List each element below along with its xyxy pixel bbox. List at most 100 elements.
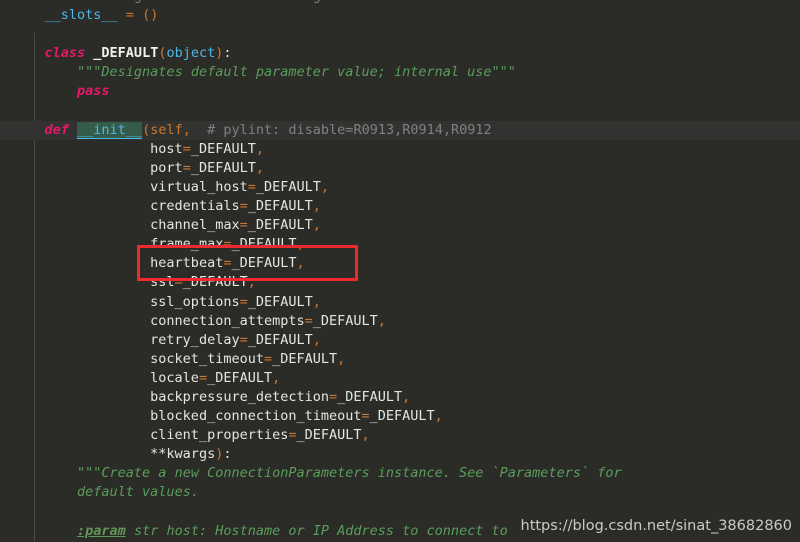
punctuation-token: = <box>198 369 208 386</box>
keyword-token: def <box>44 121 69 138</box>
code-line[interactable] <box>0 102 800 121</box>
punctuation-token: = <box>247 178 256 195</box>
plain-token: host <box>150 140 183 157</box>
plain-token: connection_attempts <box>150 312 305 329</box>
plain-token: _DEFAULT <box>312 312 378 329</box>
punctuation-token: , <box>337 350 346 367</box>
plain-token: _DEFAULT <box>247 217 313 234</box>
docstring-token: str host: Hostname or IP Address to conn… <box>125 522 508 539</box>
code-line[interactable]: retry_delay=_DEFAULT, <box>0 331 800 350</box>
punctuation-token: , <box>312 331 321 348</box>
punctuation-token: = <box>125 7 134 24</box>
code-line[interactable]: **kwargs): <box>0 445 800 464</box>
punctuation-token: , <box>272 369 281 386</box>
class-name-token: _DEFAULT <box>93 45 159 62</box>
plain-token: _DEFAULT <box>190 140 256 157</box>
plain-token: ssl <box>150 274 175 291</box>
code-line[interactable]: heartbeat=_DEFAULT, <box>0 254 800 273</box>
punctuation-token: , <box>296 236 305 253</box>
plain-token: _DEFAULT <box>272 350 338 367</box>
plain-token: frame_max <box>150 236 224 253</box>
code-line[interactable]: default values. <box>0 483 800 502</box>
plain-token: _DEFAULT <box>247 293 313 310</box>
code-line[interactable]: """Designates default parameter value; i… <box>0 63 800 82</box>
punctuation-token: , <box>247 274 256 291</box>
code-line[interactable]: class _DEFAULT(object): <box>0 44 800 63</box>
code-line[interactable] <box>0 25 800 44</box>
punctuation-token: , <box>255 140 264 157</box>
punctuation-token: , <box>320 178 330 195</box>
plain-token: _DEFAULT <box>369 408 435 425</box>
code-line[interactable]: channel_max=_DEFAULT, <box>0 216 800 235</box>
code-line[interactable]: frame_max=_DEFAULT, <box>0 235 800 254</box>
punctuation-token: = <box>263 350 273 367</box>
plain-token: blocked_connection_timeout <box>150 408 362 425</box>
code-line[interactable]: backpressure_detection=_DEFAULT, <box>0 388 800 407</box>
plain-token: _DEFAULT <box>296 427 362 444</box>
code-line[interactable]: """Create a new ConnectionParameters ins… <box>0 464 800 483</box>
punctuation-token: , <box>361 427 370 444</box>
punctuation-token: , <box>312 217 321 234</box>
code-line[interactable]: client_properties=_DEFAULT, <box>0 426 800 445</box>
docstring-token: """Designates default parameter value; i… <box>77 64 516 81</box>
code-line[interactable]: def __init__(self, # pylint: disable=R09… <box>0 120 800 140</box>
punctuation-token: = <box>239 198 248 215</box>
code-line[interactable]: locale=_DEFAULT, <box>0 369 800 388</box>
code-line[interactable]: ssl=_DEFAULT, <box>0 273 800 292</box>
code-line[interactable]: port=_DEFAULT, <box>0 159 800 178</box>
punctuation-token: ( <box>142 121 151 138</box>
punctuation-token: , <box>402 388 411 405</box>
builtin-token: object <box>166 45 216 62</box>
code-line[interactable]: host=_DEFAULT, <box>0 140 800 159</box>
code-line[interactable]: connection_attempts=_DEFAULT, <box>0 312 800 331</box>
code-line[interactable]: __slots__ = () <box>0 6 800 25</box>
punctuation-token: = <box>239 217 248 234</box>
punctuation-token: , <box>312 293 321 310</box>
plain-token: port <box>150 159 183 176</box>
plain-token: _DEFAULT <box>247 331 313 348</box>
plain-token: backpressure_detection <box>150 388 329 405</box>
plain-token: client_properties <box>150 427 289 444</box>
csdn-watermark: https://blog.csdn.net/sinat_38682860 <box>520 517 793 534</box>
punctuation-token: = <box>182 159 191 176</box>
plain-token: _DEFAULT <box>337 388 403 405</box>
plain-token: heartbeat <box>150 255 224 272</box>
docstring-token: """Create a new ConnectionParameters ins… <box>77 465 622 482</box>
code-line[interactable]: credentials=_DEFAULT, <box>0 197 800 216</box>
code-line[interactable]: blocked_connection_timeout=_DEFAULT, <box>0 407 800 426</box>
editor-screenshot: # Protect against accidental assignment … <box>0 0 800 542</box>
code-line[interactable]: virtual_host=_DEFAULT, <box>0 178 800 197</box>
code-line[interactable]: socket_timeout=_DEFAULT, <box>0 350 800 369</box>
code-viewport[interactable]: # Protect against accidental assignment … <box>0 0 800 541</box>
code-line[interactable]: ssl_options=_DEFAULT, <box>0 293 800 312</box>
punctuation-token: , <box>182 121 191 138</box>
plain-token: channel_max <box>150 217 240 234</box>
plain-token: locale <box>150 369 199 386</box>
code-line[interactable]: pass <box>0 82 800 101</box>
plain-token: : <box>223 45 232 62</box>
punctuation-token: () <box>142 7 159 24</box>
docstring-param-tag: :param <box>77 522 126 539</box>
punctuation-token: , <box>434 408 443 425</box>
plain-token: _DEFAULT <box>190 159 256 176</box>
